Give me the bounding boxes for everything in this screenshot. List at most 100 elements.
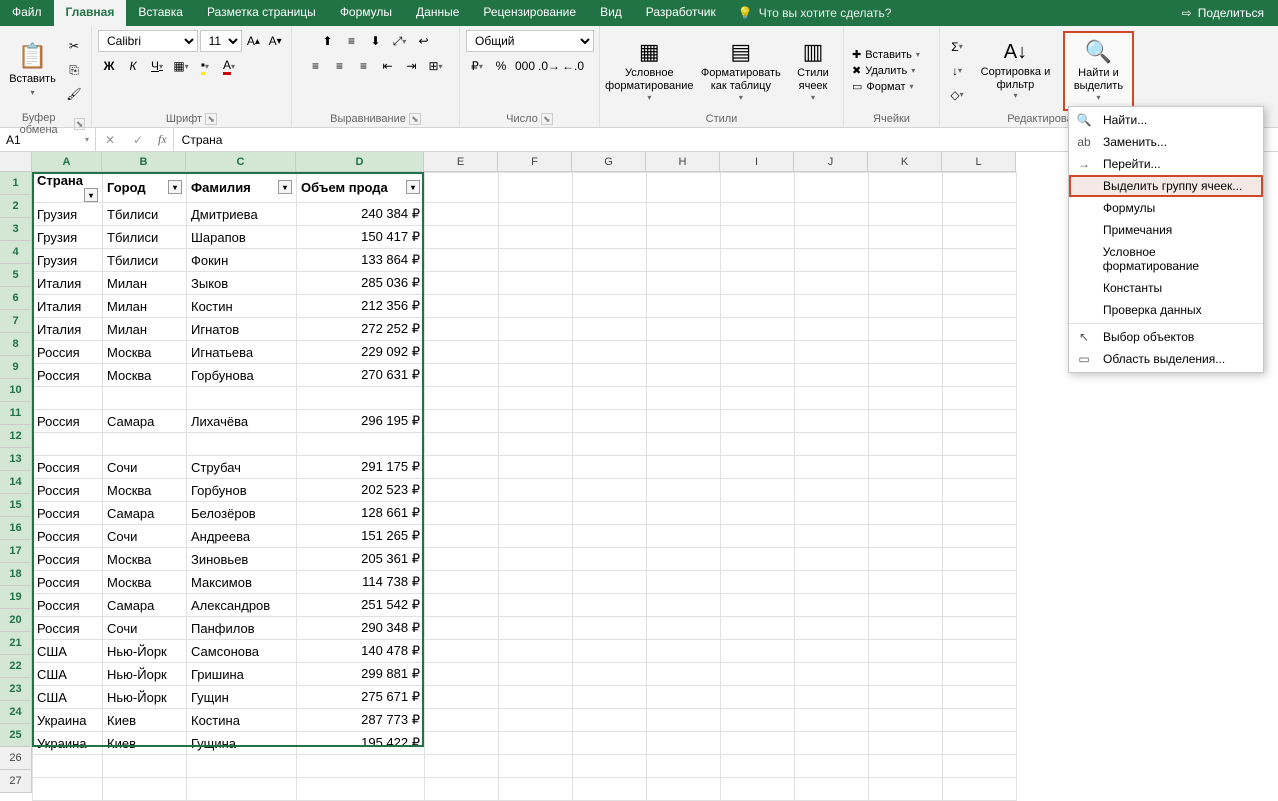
cell[interactable]	[795, 364, 869, 387]
cell[interactable]	[499, 571, 573, 594]
cell[interactable]	[425, 387, 499, 410]
cell[interactable]	[647, 387, 721, 410]
cell[interactable]: 133 864 ₽	[297, 249, 425, 272]
row-header[interactable]: 11	[0, 402, 32, 425]
cell[interactable]	[943, 479, 1017, 502]
tab-file[interactable]: Файл	[0, 0, 54, 26]
cell[interactable]	[647, 548, 721, 571]
select-all-corner[interactable]	[0, 152, 32, 172]
cell[interactable]: Грузия	[33, 226, 103, 249]
cell[interactable]: 299 881 ₽	[297, 663, 425, 686]
cell[interactable]	[943, 571, 1017, 594]
row-header[interactable]: 4	[0, 241, 32, 264]
cell[interactable]	[647, 410, 721, 433]
cell[interactable]	[795, 617, 869, 640]
cell[interactable]	[647, 203, 721, 226]
cell[interactable]: 287 773 ₽	[297, 709, 425, 732]
cell[interactable]: 272 252 ₽	[297, 318, 425, 341]
cell[interactable]	[573, 686, 647, 709]
cell[interactable]	[573, 502, 647, 525]
cell[interactable]	[499, 525, 573, 548]
cell[interactable]: Лихачёва	[187, 410, 297, 433]
cell[interactable]	[943, 709, 1017, 732]
cell[interactable]	[721, 364, 795, 387]
cell[interactable]	[573, 571, 647, 594]
cell[interactable]	[573, 364, 647, 387]
name-box[interactable]: A1 ▾	[0, 128, 96, 151]
row-header[interactable]: 14	[0, 471, 32, 494]
increase-decimal-button[interactable]: .0→	[538, 55, 560, 77]
share-button[interactable]: ⇨ Поделиться	[1168, 0, 1278, 26]
decrease-indent-button[interactable]: ⇤	[377, 55, 399, 77]
font-size-select[interactable]: 11	[200, 30, 242, 52]
cell[interactable]	[721, 571, 795, 594]
tab-pagelayout[interactable]: Разметка страницы	[195, 0, 328, 26]
cell[interactable]	[573, 295, 647, 318]
cell[interactable]: Самара	[103, 594, 187, 617]
row-header[interactable]: 17	[0, 540, 32, 563]
cell[interactable]	[647, 640, 721, 663]
font-launcher[interactable]: ⬊	[205, 113, 217, 125]
cell[interactable]: 296 195 ₽	[297, 410, 425, 433]
find-select-button[interactable]: 🔍 Найти и выделить▾	[1063, 31, 1134, 111]
cell[interactable]	[721, 433, 795, 456]
cell[interactable]	[721, 318, 795, 341]
align-bottom-button[interactable]: ⬇	[365, 30, 387, 52]
cell[interactable]	[573, 249, 647, 272]
cell[interactable]	[425, 778, 499, 801]
tab-review[interactable]: Рецензирование	[471, 0, 588, 26]
align-center-button[interactable]: ≡	[329, 55, 351, 77]
cell[interactable]	[869, 173, 943, 203]
cell[interactable]: Украина	[33, 732, 103, 755]
cell[interactable]: Костин	[187, 295, 297, 318]
cell[interactable]: Италия	[33, 272, 103, 295]
increase-indent-button[interactable]: ⇥	[401, 55, 423, 77]
cell[interactable]	[425, 318, 499, 341]
row-header[interactable]: 13	[0, 448, 32, 471]
cell[interactable]	[869, 318, 943, 341]
cell[interactable]: Москва	[103, 364, 187, 387]
cell[interactable]: Нью-Йорк	[103, 663, 187, 686]
cell[interactable]: Зыков	[187, 272, 297, 295]
cell[interactable]: 140 478 ₽	[297, 640, 425, 663]
cell[interactable]	[425, 295, 499, 318]
cell[interactable]	[499, 387, 573, 410]
cell[interactable]	[795, 456, 869, 479]
cell[interactable]	[721, 456, 795, 479]
cell[interactable]: Дмитриева	[187, 203, 297, 226]
cell[interactable]	[869, 249, 943, 272]
alignment-launcher[interactable]: ⬊	[409, 113, 421, 125]
cell[interactable]	[647, 249, 721, 272]
align-middle-button[interactable]: ≡	[341, 30, 363, 52]
cell[interactable]	[499, 272, 573, 295]
row-header[interactable]: 23	[0, 678, 32, 701]
cell[interactable]	[573, 456, 647, 479]
cell[interactable]	[869, 663, 943, 686]
cell[interactable]: Нью-Йорк	[103, 686, 187, 709]
cell[interactable]: Милан	[103, 272, 187, 295]
cell[interactable]	[647, 502, 721, 525]
cell[interactable]	[187, 778, 297, 801]
cell[interactable]: Панфилов	[187, 617, 297, 640]
cell[interactable]	[425, 663, 499, 686]
cell[interactable]	[869, 295, 943, 318]
cell[interactable]	[647, 663, 721, 686]
cell[interactable]: 212 356 ₽	[297, 295, 425, 318]
cell[interactable]	[573, 755, 647, 778]
cell[interactable]	[573, 778, 647, 801]
italic-button[interactable]: К	[122, 55, 144, 77]
cell[interactable]	[647, 173, 721, 203]
row-header[interactable]: 12	[0, 425, 32, 448]
cell[interactable]	[943, 203, 1017, 226]
cell[interactable]	[869, 571, 943, 594]
cell[interactable]	[573, 341, 647, 364]
cell[interactable]	[187, 433, 297, 456]
tab-home[interactable]: Главная	[54, 0, 127, 26]
row-header[interactable]: 8	[0, 333, 32, 356]
cell[interactable]	[499, 410, 573, 433]
cell[interactable]: 275 671 ₽	[297, 686, 425, 709]
cell[interactable]	[647, 571, 721, 594]
cell[interactable]	[943, 686, 1017, 709]
row-header[interactable]: 9	[0, 356, 32, 379]
cell[interactable]	[499, 173, 573, 203]
